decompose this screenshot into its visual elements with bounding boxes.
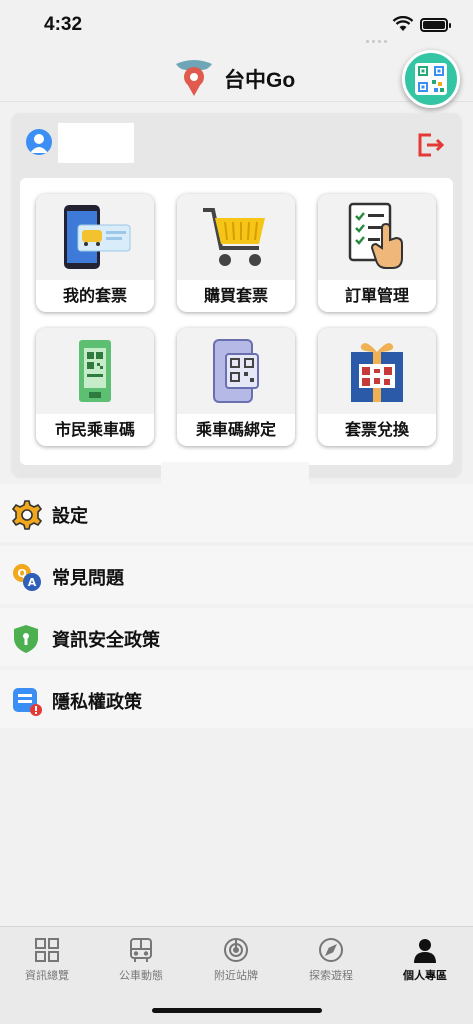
menu-label: 常見問題: [52, 568, 124, 589]
phone-ticket-icon: [36, 194, 154, 280]
logout-icon[interactable]: [416, 131, 446, 163]
app-title: 台中Go: [224, 69, 296, 92]
signal-icon: [366, 28, 390, 47]
menu-item-settings[interactable]: 設定: [0, 484, 473, 542]
menu-item-security-policy[interactable]: 資訊安全政策: [0, 608, 473, 666]
menu-item-privacy-policy[interactable]: 隱私權政策: [0, 670, 473, 728]
tile-label: 套票兌換: [344, 420, 409, 439]
status-bar: 4:32: [0, 0, 473, 50]
person-icon: [378, 935, 472, 965]
tab-label: 公車動態: [119, 969, 163, 982]
user-name: [58, 123, 134, 163]
tab-bus-status[interactable]: 公車動態: [94, 935, 188, 983]
tile-label: 市民乘車碼: [54, 420, 135, 439]
tab-label: 資訊總覽: [25, 969, 69, 982]
menu-label: 設定: [52, 506, 88, 527]
compass-icon: [284, 935, 378, 965]
tab-label: 探索遊程: [309, 969, 353, 982]
tab-explore-tours[interactable]: 探索遊程: [284, 935, 378, 983]
home-indicator: [152, 1008, 322, 1013]
tile-label: 乘車碼綁定: [195, 420, 276, 439]
tile-label: 訂單管理: [344, 286, 409, 305]
tile-qr-binding[interactable]: 乘車碼綁定: [177, 328, 295, 446]
avatar-icon[interactable]: [26, 129, 52, 155]
menu-label: 隱私權政策: [52, 692, 142, 713]
gear-icon: [11, 500, 43, 530]
tile-order-management[interactable]: 訂單管理: [318, 194, 436, 312]
app-logo-icon: [172, 58, 216, 102]
faq-icon: Q A: [12, 562, 41, 591]
tile-ticket-redeem[interactable]: 套票兌換: [318, 328, 436, 446]
qr-icon: [415, 63, 447, 95]
battery-icon: [420, 18, 451, 32]
status-time: 4:32: [44, 14, 83, 35]
order-list-icon: [318, 194, 436, 280]
tab-personal[interactable]: 個人專區: [378, 935, 472, 983]
tile-citizen-qr[interactable]: 市民乘車碼: [36, 328, 154, 446]
gift-qr-icon: [318, 328, 436, 414]
bus-icon: [94, 935, 188, 965]
tile-buy-tickets[interactable]: 購買套票: [177, 194, 295, 312]
shield-icon: [12, 624, 40, 653]
tab-nearby-stops[interactable]: 附近站牌: [189, 935, 283, 983]
tab-label: 個人專區: [403, 969, 447, 982]
tile-label: 購買套票: [203, 286, 268, 305]
feature-grid: 我的套票 購買套票 訂單管理 市民乘車碼 乘車碼綁定 套票兌換: [20, 178, 453, 465]
profile-card: 我的套票 購買套票 訂單管理 市民乘車碼 乘車碼綁定 套票兌換: [12, 113, 461, 476]
svg-text:A: A: [28, 576, 37, 589]
nearby-icon: [189, 935, 283, 965]
grid-icon: [0, 935, 94, 965]
citizen-qr-icon: [36, 328, 154, 414]
tile-label: 我的套票: [62, 286, 127, 305]
menu-item-faq[interactable]: Q A 常見問題: [0, 546, 473, 604]
shopping-cart-icon: [177, 194, 295, 280]
phone-qr-icon: [177, 328, 295, 414]
card-bottom-strip: [161, 462, 309, 486]
tab-label: 附近站牌: [214, 969, 258, 982]
tab-overview[interactable]: 資訊總覽: [0, 935, 94, 983]
tile-my-tickets[interactable]: 我的套票: [36, 194, 154, 312]
qr-code-button[interactable]: [402, 50, 460, 108]
privacy-doc-icon: [12, 686, 42, 716]
wifi-icon: [392, 15, 414, 36]
menu-label: 資訊安全政策: [52, 630, 160, 651]
